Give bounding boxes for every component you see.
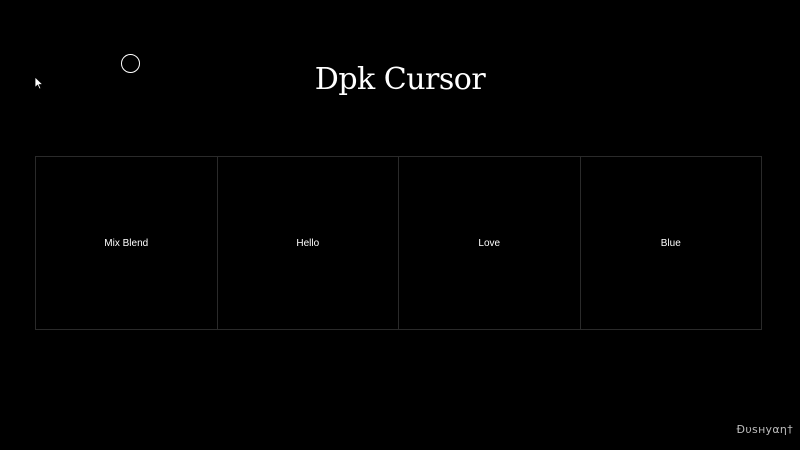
love-box[interactable]: Love (398, 156, 581, 330)
hello-box[interactable]: Hello (216, 156, 399, 330)
page: Dpk Cursor Mix Blend Hello Love Blue Ðυѕ… (0, 0, 800, 450)
blue-box[interactable]: Blue (579, 156, 762, 330)
box-label: Blue (660, 237, 681, 249)
mix-blend-box[interactable]: Mix Blend (35, 156, 218, 330)
page-title: Dpk Cursor (314, 62, 486, 97)
box-label: Mix Blend (104, 237, 149, 249)
cursor-demo-grid: Mix Blend Hello Love Blue (35, 156, 762, 330)
author-watermark: Ðυѕнуαη† (736, 423, 793, 436)
box-label: Hello (296, 237, 320, 249)
box-label: Love (478, 237, 501, 249)
